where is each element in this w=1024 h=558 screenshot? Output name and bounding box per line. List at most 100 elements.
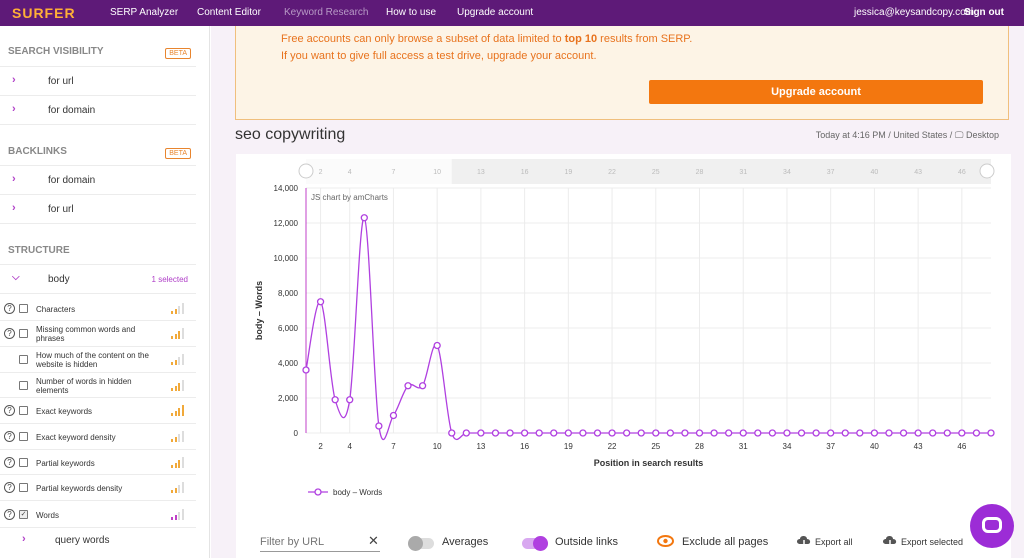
metric-row[interactable]: ? Exact keywords <box>0 398 196 424</box>
data-point[interactable] <box>360 214 368 222</box>
data-point[interactable] <box>972 429 981 437</box>
averages-toggle[interactable] <box>408 536 434 551</box>
data-point[interactable] <box>346 396 354 404</box>
data-point[interactable] <box>681 429 689 437</box>
nav-upgrade-account[interactable]: Upgrade account <box>457 7 533 18</box>
data-point[interactable] <box>695 429 704 437</box>
data-point[interactable] <box>462 429 470 437</box>
scrollbar-selection[interactable] <box>306 159 452 184</box>
data-point[interactable] <box>491 429 500 437</box>
help-icon[interactable]: ? <box>4 509 15 520</box>
help-icon[interactable]: ? <box>4 431 15 442</box>
data-point[interactable] <box>827 429 835 437</box>
data-point[interactable] <box>987 429 995 437</box>
metric-checkbox[interactable] <box>19 329 28 338</box>
data-point[interactable] <box>666 429 675 437</box>
data-point[interactable] <box>710 429 718 437</box>
data-point[interactable] <box>885 429 893 437</box>
nav-how-to-use[interactable]: How to use <box>386 7 436 18</box>
sidebar-item-visibility-domain[interactable]: › for domain <box>0 96 196 125</box>
metric-checkbox[interactable] <box>19 381 28 390</box>
filter-url-input[interactable] <box>260 532 380 552</box>
data-point[interactable] <box>856 429 864 437</box>
clear-icon[interactable]: ✕ <box>368 533 379 549</box>
metric-row[interactable]: How much of the content on the website i… <box>0 347 196 373</box>
metric-row[interactable]: ? Partial keywords density <box>0 475 196 501</box>
sign-out-link[interactable]: Sign out <box>964 7 1004 18</box>
data-point[interactable] <box>914 429 922 437</box>
scrollbar-grip-right[interactable] <box>979 163 995 179</box>
data-point[interactable] <box>375 422 383 430</box>
help-icon[interactable]: ? <box>4 328 15 339</box>
exclude-all-label[interactable]: Exclude all pages <box>682 536 768 548</box>
data-point[interactable] <box>797 429 806 437</box>
metric-checkbox[interactable] <box>19 458 28 467</box>
cloud-download-icon[interactable] <box>882 534 898 548</box>
data-point[interactable] <box>418 382 427 390</box>
nav-keyword-research[interactable]: Keyword Research <box>284 7 368 18</box>
data-point[interactable] <box>768 429 777 437</box>
metric-checkbox[interactable] <box>19 355 28 364</box>
chat-button[interactable] <box>970 504 1014 548</box>
data-point[interactable] <box>331 396 339 404</box>
sidebar-item-visibility-url[interactable]: › for url <box>0 67 196 96</box>
nav-serp-analyzer[interactable]: SERP Analyzer <box>110 7 178 18</box>
export-selected-button[interactable]: Export selected <box>901 537 963 547</box>
data-point[interactable] <box>593 429 602 437</box>
metric-checkbox[interactable] <box>19 406 28 415</box>
data-point[interactable] <box>958 429 966 437</box>
data-point[interactable] <box>739 429 747 437</box>
sidebar-item-backlinks-url[interactable]: › for url <box>0 195 196 224</box>
scrollbar-grip-left[interactable] <box>298 163 314 179</box>
upgrade-account-button[interactable]: Upgrade account <box>649 80 983 104</box>
data-point[interactable] <box>870 429 879 437</box>
metric-row[interactable]: ? Exact keyword density <box>0 424 196 450</box>
data-point[interactable] <box>783 429 791 437</box>
sidebar-sub-query-words[interactable]: › query words <box>0 528 196 554</box>
data-point[interactable] <box>389 411 398 420</box>
help-icon[interactable]: ? <box>4 457 15 468</box>
metric-row[interactable]: ? ✓ Words <box>0 501 196 528</box>
legend-marker[interactable] <box>314 488 322 496</box>
data-point[interactable] <box>506 429 514 437</box>
data-point[interactable] <box>477 429 485 437</box>
outside-links-toggle[interactable] <box>522 536 548 551</box>
data-point[interactable] <box>754 429 762 437</box>
cloud-download-icon[interactable] <box>796 534 812 548</box>
metric-row[interactable]: ? Missing common words and phrases <box>0 321 196 347</box>
sidebar-item-backlinks-domain[interactable]: › for domain <box>0 166 196 195</box>
help-icon[interactable]: ? <box>4 482 15 493</box>
metric-checkbox[interactable]: ✓ <box>19 510 28 519</box>
data-point[interactable] <box>535 429 543 437</box>
data-point[interactable] <box>725 429 733 437</box>
metric-checkbox[interactable] <box>19 304 28 313</box>
metric-row[interactable]: ? Characters <box>0 296 196 321</box>
data-point[interactable] <box>520 429 529 437</box>
data-point[interactable] <box>302 366 310 374</box>
data-point[interactable] <box>943 429 951 437</box>
metric-row[interactable]: Number of words in hidden elements <box>0 373 196 398</box>
metric-checkbox[interactable] <box>19 483 28 492</box>
data-point[interactable] <box>652 429 660 437</box>
data-point[interactable] <box>608 429 616 437</box>
data-point[interactable] <box>448 429 456 437</box>
data-point[interactable] <box>841 429 849 437</box>
eye-icon[interactable] <box>657 535 674 547</box>
metric-checkbox[interactable] <box>19 432 28 441</box>
user-email[interactable]: jessica@keysandcopy.com <box>854 7 974 18</box>
data-point[interactable] <box>812 429 820 437</box>
export-all-button[interactable]: Export all <box>815 537 853 547</box>
surfer-logo[interactable]: SURFER <box>12 5 76 21</box>
data-point[interactable] <box>433 341 441 350</box>
data-point[interactable] <box>899 429 908 437</box>
data-point[interactable] <box>564 429 572 437</box>
data-point[interactable] <box>622 429 631 437</box>
data-point[interactable] <box>637 429 645 437</box>
data-point[interactable] <box>579 429 587 437</box>
nav-content-editor[interactable]: Content Editor <box>197 7 261 18</box>
data-point[interactable] <box>404 382 412 390</box>
data-point[interactable] <box>550 429 558 437</box>
help-icon[interactable]: ? <box>4 303 15 314</box>
data-point[interactable] <box>316 298 325 306</box>
help-icon[interactable]: ? <box>4 405 15 416</box>
